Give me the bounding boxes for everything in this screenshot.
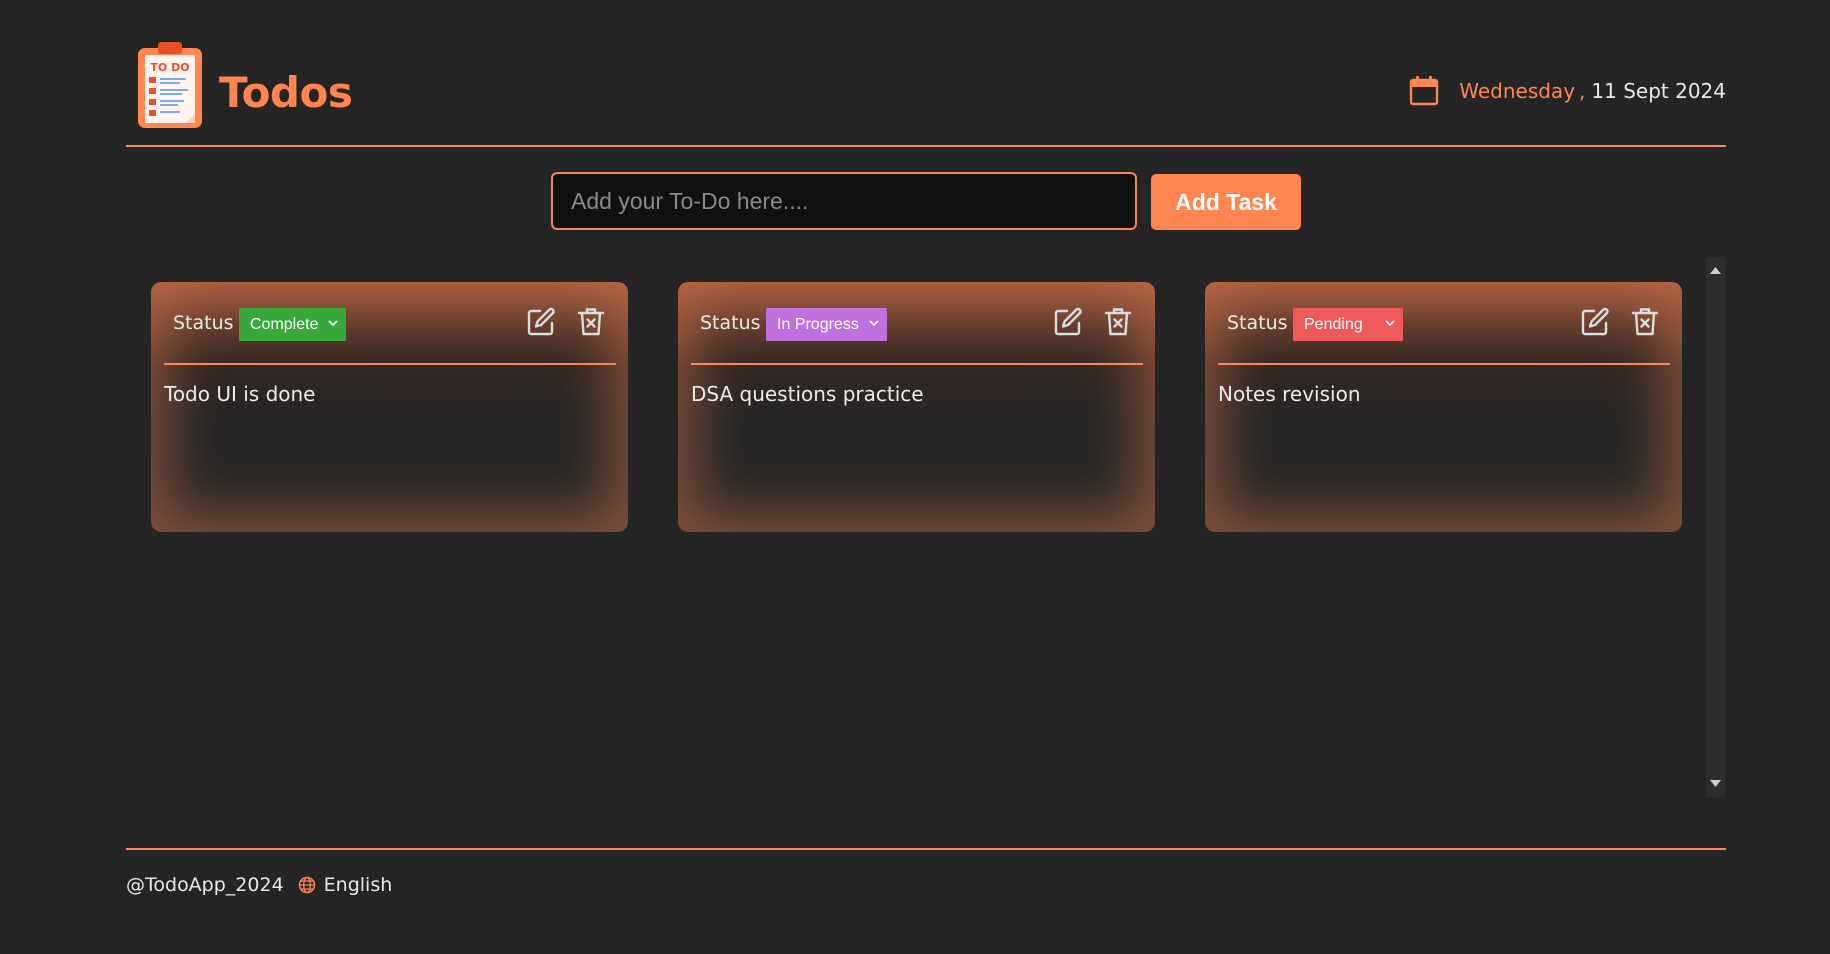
status-value: Complete [250, 315, 319, 333]
globe-icon [298, 876, 315, 894]
todo-clipboard-logo-icon: TO DO [138, 42, 202, 128]
trash-icon[interactable] [1629, 306, 1661, 338]
copyright-text: @TodoApp_2024 [126, 874, 284, 896]
edit-icon[interactable] [525, 306, 557, 338]
status-label: Status [1227, 312, 1288, 334]
status-value: Pending [1304, 315, 1363, 333]
chevron-down-icon [328, 320, 339, 327]
card-divider [1218, 363, 1670, 365]
todo-text: DSA questions practice [691, 382, 924, 406]
card-divider [691, 363, 1143, 365]
card-divider [164, 363, 616, 365]
chevron-down-icon [869, 320, 879, 327]
calendar-icon [1410, 76, 1439, 106]
language-selector[interactable]: English [324, 874, 393, 896]
svg-text:TO DO: TO DO [150, 61, 189, 74]
edit-icon[interactable] [1579, 306, 1611, 338]
todo-app: TO DO Todos Wednesday , 11 Sept 2024 Add… [0, 0, 1830, 954]
footer: @TodoApp_2024 English [126, 872, 392, 898]
todo-list: Status Complete Todo UI is done Status I… [126, 257, 1706, 797]
vertical-scrollbar[interactable] [1706, 257, 1725, 797]
footer-divider [126, 848, 1726, 850]
todo-card: Status Pending Notes revision [1205, 282, 1682, 532]
scroll-up-arrow-icon[interactable] [1709, 265, 1722, 275]
chevron-down-icon [1385, 320, 1395, 327]
todo-card: Status Complete Todo UI is done [151, 282, 628, 532]
status-select[interactable]: Complete [239, 308, 347, 341]
date-text: 11 Sept 2024 [1591, 79, 1726, 103]
weekday-text: Wednesday [1459, 79, 1576, 103]
todo-text: Todo UI is done [164, 382, 316, 406]
todo-input[interactable] [551, 172, 1137, 230]
add-task-button[interactable]: Add Task [1151, 174, 1301, 230]
header-divider [126, 145, 1726, 147]
app-title: Todos [219, 68, 353, 117]
trash-icon[interactable] [575, 306, 607, 338]
todo-text: Notes revision [1218, 382, 1361, 406]
status-label: Status [173, 312, 234, 334]
status-label: Status [700, 312, 761, 334]
status-select[interactable]: Pending [1293, 308, 1403, 341]
status-select[interactable]: In Progress [766, 308, 887, 341]
date-separator: , [1579, 79, 1586, 103]
todo-card: Status In Progress DSA questions practic… [678, 282, 1155, 532]
status-value: In Progress [777, 315, 859, 333]
date-display: Wednesday , 11 Sept 2024 [1409, 74, 1726, 108]
trash-icon[interactable] [1102, 306, 1134, 338]
header: TO DO Todos Wednesday , 11 Sept 2024 [126, 36, 1726, 146]
edit-icon[interactable] [1052, 306, 1084, 338]
scroll-down-arrow-icon[interactable] [1709, 779, 1722, 789]
